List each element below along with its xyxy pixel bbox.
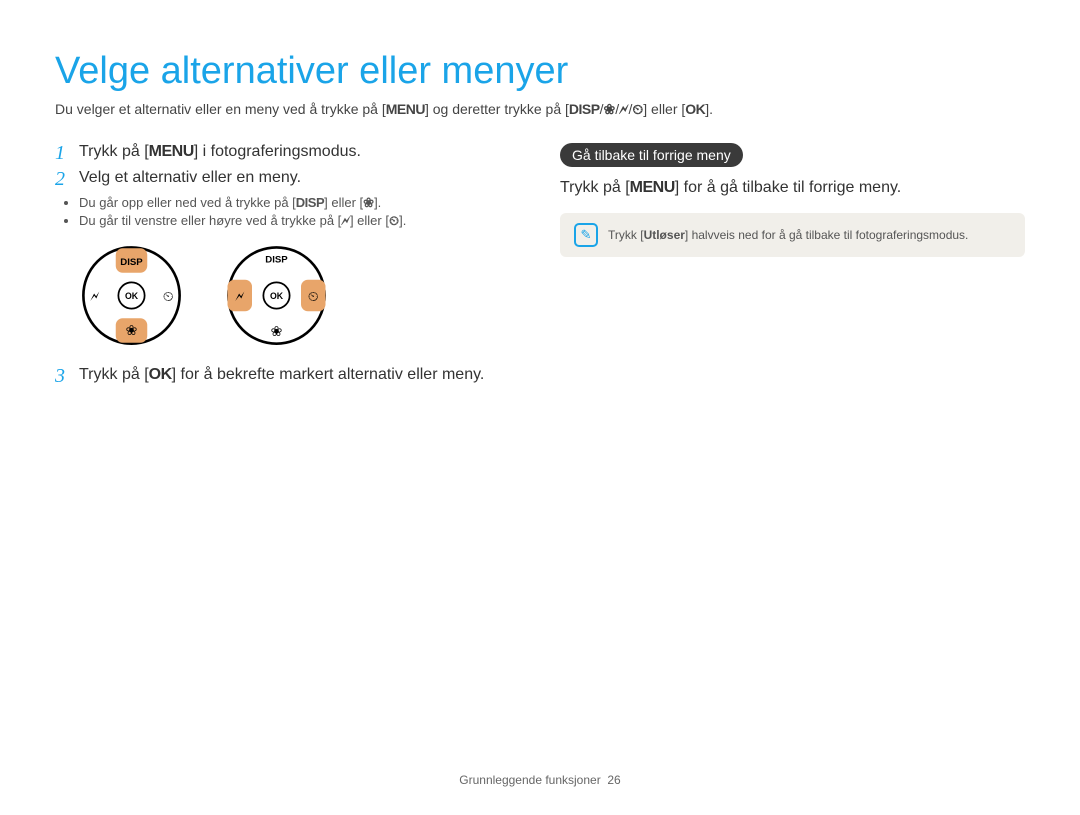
timer-icon-inline: ⏲ [389,213,399,228]
dial-disp-label: DISP [120,257,143,268]
shutter-label: Utløser [644,228,685,242]
back-instruction: Trykk på [MENU] for å gå tilbake til for… [560,179,1025,197]
page: Velge alternativer eller menyer Du velge… [0,0,1080,815]
bullet-1: Du går opp eller ned ved å trykke på [DI… [79,195,520,211]
dial2-timer-icon: ⏲ [308,288,319,304]
footer-text: Grunnleggende funksjoner [459,773,600,787]
intro-text: Du velger et alternativ eller en meny ve… [55,101,1025,118]
note-box: ✎ Trykk [Utløser] halvveis ned for å gå … [560,213,1025,257]
dial-vertical: DISP ❀ 🗲 ⏲ OK [79,243,184,348]
intro-part4: ]. [705,101,713,117]
right-column: Gå tilbake til forrige meny Trykk på [ME… [560,143,1025,392]
note-icon: ✎ [574,223,598,247]
back-heading-pill: Gå tilbake til forrige meny [560,143,743,167]
ok-button-label: OK [149,366,172,383]
footer: Grunnleggende funksjoner 26 [0,773,1080,787]
note-text: Trykk [Utløser] halvveis ned for å gå ti… [608,228,968,242]
disp-label: DISP [569,101,600,117]
menu-label: MENU [386,101,425,117]
dial-timer-icon: ⏲ [163,288,174,304]
ok-label: OK [685,101,705,117]
step-2-bullets: Du går opp eller ned ved å trykke på [DI… [79,195,520,229]
intro-part1: Du velger et alternativ eller en meny ve… [55,101,386,117]
flash-icon-inline: 🗲 [341,213,350,228]
intro-part3: ] eller [ [643,101,685,117]
macro-icon-inline: ❀ [363,195,374,210]
dial-ok-label: OK [125,291,139,301]
step-1: 1 Trykk på [MENU] i fotograferingsmodus. [55,143,520,163]
page-number: 26 [607,773,620,787]
dial2-macro-icon: ❀ [271,323,283,339]
menu-button-label: MENU [149,143,194,160]
timer-icon: ⏲ [632,101,643,117]
disp-label-inline: DISP [296,195,324,210]
step-1-number: 1 [55,143,69,163]
dial2-flash-icon: 🗲 [235,288,245,304]
dial2-disp-label: DISP [265,254,288,265]
step-2: 2 Velg et alternativ eller en meny. [55,169,520,189]
dials: DISP ❀ 🗲 ⏲ OK 🗲 [79,243,520,348]
dial-horizontal: 🗲 ⏲ DISP ❀ OK [224,243,329,348]
intro-part2: ] og deretter trykke på [ [425,101,569,117]
bullet-2: Du går til venstre eller høyre ved å try… [79,213,520,229]
dial-flash-icon: 🗲 [90,288,100,304]
left-column: 1 Trykk på [MENU] i fotograferingsmodus.… [55,143,520,392]
step-3: 3 Trykk på [OK] for å bekrefte markert a… [55,366,520,386]
menu-button-label-right: MENU [630,179,675,196]
columns: 1 Trykk på [MENU] i fotograferingsmodus.… [55,143,1025,392]
macro-icon: ❀ [604,101,616,117]
page-title: Velge alternativer eller menyer [55,50,1025,93]
dial2-ok-label: OK [270,291,284,301]
step-2-text: Velg et alternativ eller en meny. [79,169,520,187]
step-3-number: 3 [55,366,69,386]
dial-macro-icon: ❀ [126,322,138,338]
step-2-number: 2 [55,169,69,189]
